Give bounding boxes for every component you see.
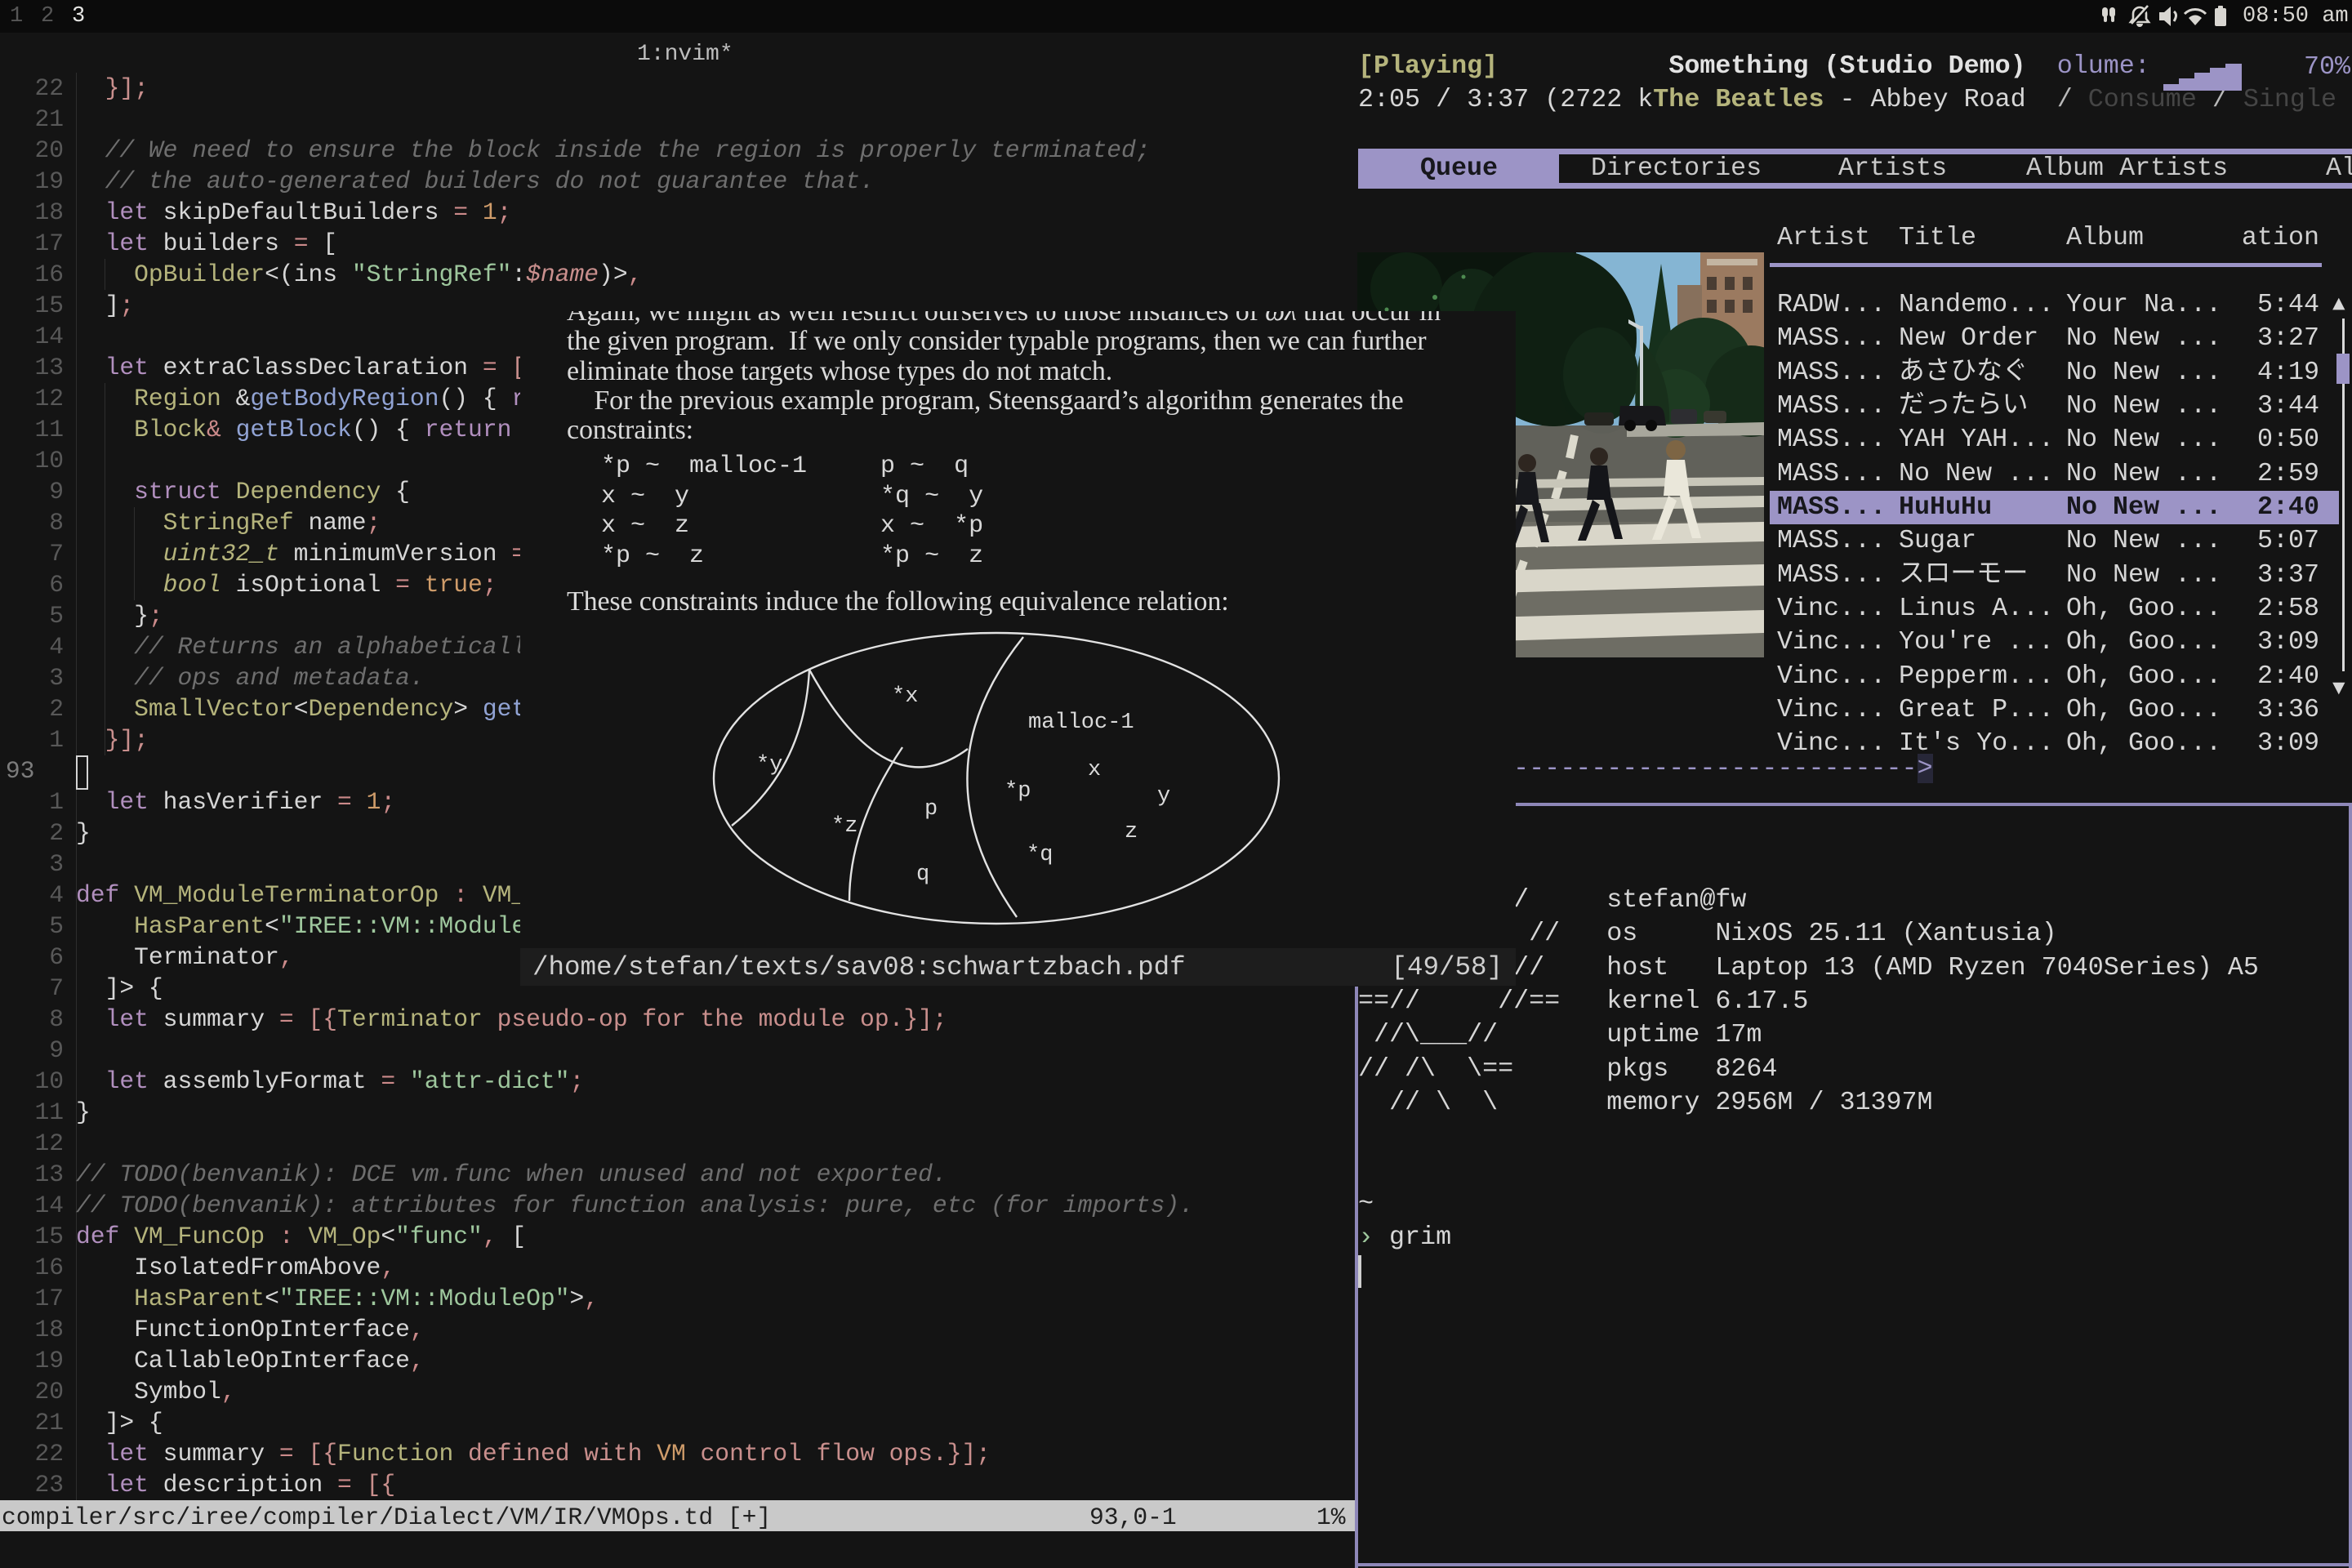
svg-text:z: z	[1125, 820, 1138, 844]
svg-text:*z: *z	[831, 814, 858, 839]
svg-text:*y: *y	[756, 753, 782, 777]
svg-text:malloc-1: malloc-1	[1028, 710, 1134, 735]
svg-text:q: q	[916, 862, 929, 887]
svg-text:*p: *p	[1004, 779, 1031, 804]
svg-text:*q: *q	[1027, 843, 1053, 867]
svg-text:y: y	[1157, 784, 1170, 808]
svg-text:p: p	[924, 797, 938, 822]
svg-text:*x: *x	[892, 684, 918, 709]
svg-text:x: x	[1088, 758, 1101, 782]
